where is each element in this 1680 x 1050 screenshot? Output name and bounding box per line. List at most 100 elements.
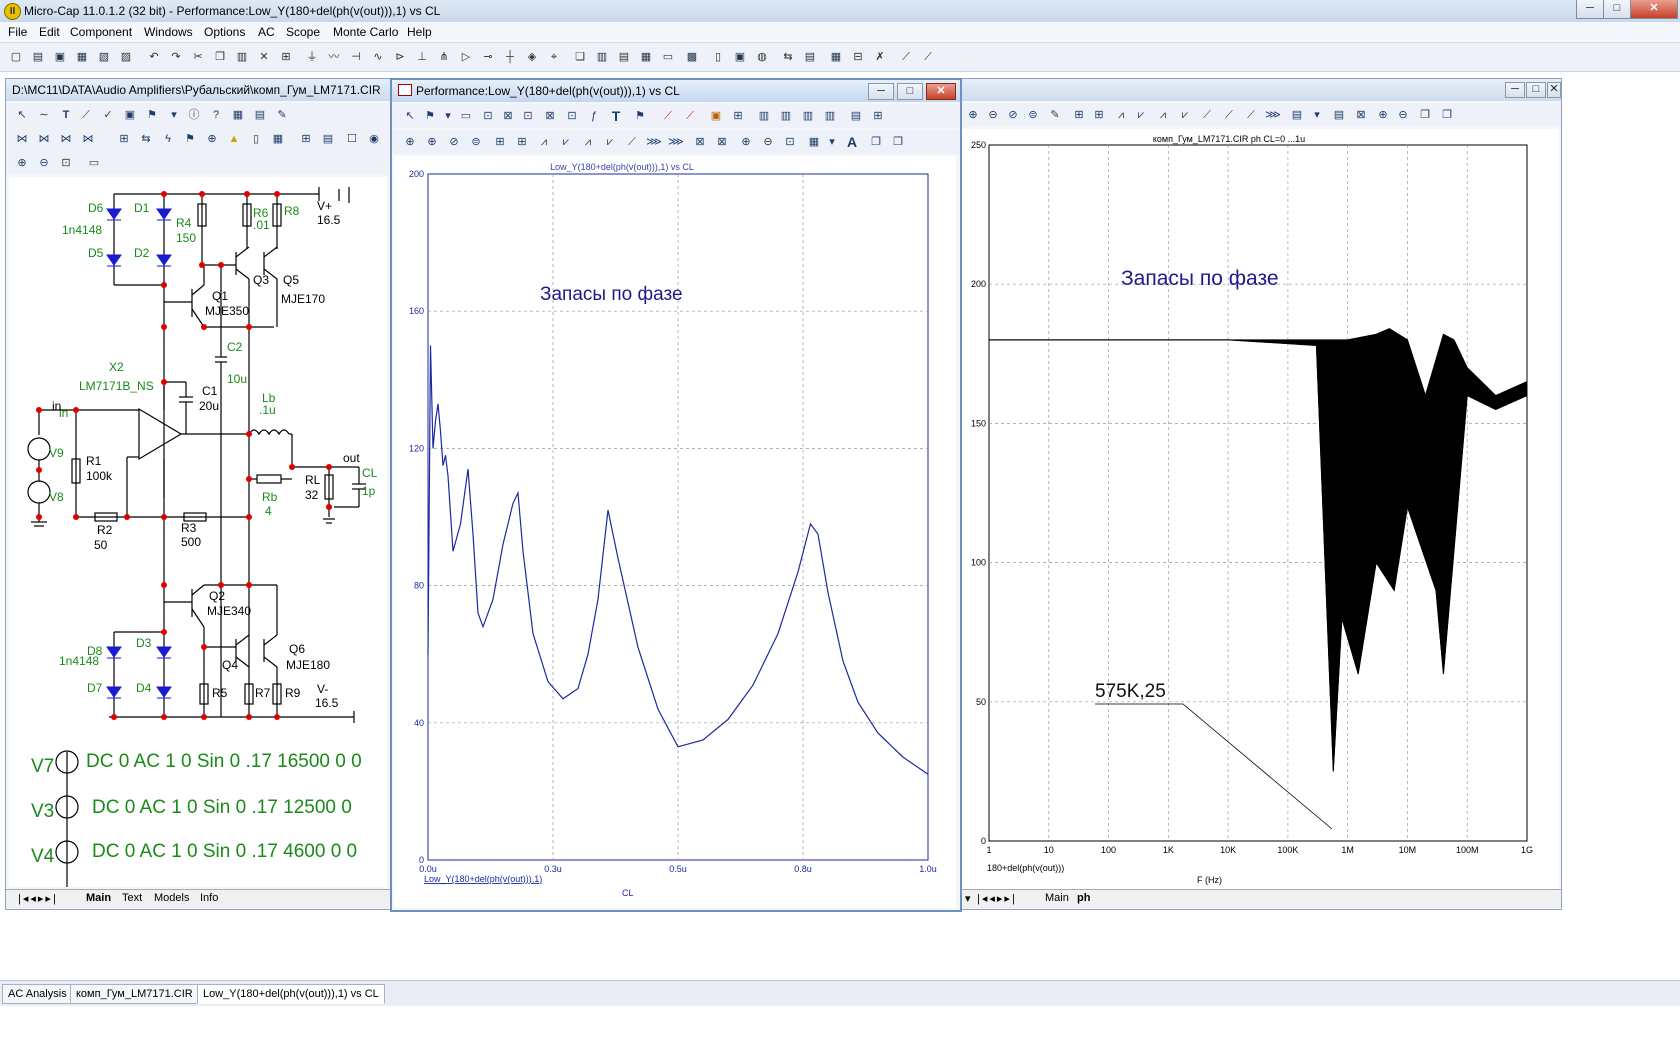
tab-main[interactable]: Main xyxy=(1045,892,1069,904)
power-icon[interactable]: ⋈ xyxy=(80,131,96,147)
ground-icon[interactable]: ⏚ xyxy=(304,49,320,65)
info-icon[interactable]: ⓘ xyxy=(186,107,202,123)
low-icon[interactable]: ⩗ xyxy=(1177,107,1193,123)
cursor-peak-icon[interactable]: ⊞ xyxy=(514,134,530,150)
limits-icon[interactable]: ▤ xyxy=(802,49,818,65)
shape-icon[interactable]: ⊡ xyxy=(480,108,496,124)
diagonal-wire-icon[interactable]: ✓ xyxy=(100,107,116,123)
menu-options[interactable]: Options xyxy=(204,25,245,39)
globe-icon[interactable]: ◍ xyxy=(754,49,770,65)
text-mode-icon[interactable]: T xyxy=(58,107,74,123)
menu-edit[interactable]: Edit xyxy=(39,25,60,39)
point-to-end-icon[interactable]: ▦ xyxy=(230,107,246,123)
ac-plot-area[interactable]: комп_Гум_LM7171.CIR ph CL=0 ...1u 0 50 100… xyxy=(961,129,1559,889)
wire-icon[interactable]: ┼ xyxy=(502,49,518,65)
menu-scope[interactable]: Scope xyxy=(286,25,320,39)
print-icon[interactable]: ▨ xyxy=(118,49,134,65)
zoom-plus-icon[interactable]: ⊕ xyxy=(1375,107,1391,123)
task-schematic[interactable]: комп_Гум_LM7171.CIR xyxy=(70,984,199,1004)
global-high-icon[interactable]: ⋙ xyxy=(646,134,662,150)
wire-mode-icon[interactable]: ⟋ xyxy=(78,107,94,123)
rubberband-icon[interactable]: ⊞ xyxy=(298,131,314,147)
tab-info[interactable]: Info xyxy=(200,892,218,904)
new-file-icon[interactable]: ▢ xyxy=(8,49,24,65)
tab-dropdown-icon[interactable]: ▾ xyxy=(965,892,971,905)
cursor-mode-icon[interactable]: ⊞ xyxy=(492,134,508,150)
ac-maximize-button[interactable]: □ xyxy=(1526,82,1546,98)
stepping-icon[interactable]: ▦ xyxy=(828,49,844,65)
dropdown-arrow-icon[interactable]: ▾ xyxy=(1309,107,1325,123)
ac-close-button[interactable]: ✕ xyxy=(1547,82,1561,98)
column-4-icon[interactable]: ▥ xyxy=(822,108,838,124)
graphics-icon[interactable]: ▣ xyxy=(122,107,138,123)
select-all-icon[interactable]: ⊞ xyxy=(278,49,294,65)
inductor-icon[interactable]: ∿ xyxy=(370,49,386,65)
node-numbers-icon[interactable]: ⋈ xyxy=(14,131,30,147)
zoom-region-icon[interactable]: ⊘ xyxy=(1005,107,1021,123)
row-icon[interactable]: ▤ xyxy=(848,108,864,124)
tag-horizontal-icon[interactable]: ⟋ xyxy=(682,108,698,124)
copy-icon[interactable]: ❐ xyxy=(868,134,884,150)
column-3-icon[interactable]: ▥ xyxy=(800,108,816,124)
find-icon[interactable]: ⊡ xyxy=(782,134,798,150)
font-icon[interactable]: A xyxy=(844,134,860,150)
scale-icon[interactable]: ⊕ xyxy=(402,134,418,150)
zoom-in-icon[interactable]: ⊕ xyxy=(965,107,981,123)
tab-models[interactable]: Models xyxy=(154,892,189,904)
zoom-out-icon[interactable]: ⊖ xyxy=(985,107,1001,123)
tab-ph[interactable]: ph xyxy=(1077,892,1090,904)
low-icon[interactable]: ⩗ xyxy=(602,134,618,150)
plot-icon[interactable]: ⟋ xyxy=(898,49,914,65)
grid-icon[interactable]: ⇆ xyxy=(138,131,154,147)
copy-icon[interactable]: ❐ xyxy=(212,49,228,65)
cursor-peak-icon[interactable]: ⊞ xyxy=(1091,107,1107,123)
point-icon[interactable]: ⊠ xyxy=(692,134,708,150)
scale-icon[interactable]: ⊠ xyxy=(1353,107,1369,123)
component-library-icon[interactable]: ▣ xyxy=(732,49,748,65)
parameter-icon[interactable]: ⊟ xyxy=(850,49,866,65)
menu-component[interactable]: Component xyxy=(70,25,132,39)
analysis-icon[interactable]: ⇆ xyxy=(780,49,796,65)
tools-icon[interactable]: ✗ xyxy=(872,49,888,65)
node-icon[interactable]: ◈ xyxy=(524,49,540,65)
global-high-icon[interactable]: ⟋ xyxy=(1221,107,1237,123)
valley-icon[interactable]: ⩗ xyxy=(1133,107,1149,123)
dropdown-arrow-icon[interactable]: ▾ xyxy=(440,108,456,124)
properties-icon[interactable]: ✎ xyxy=(274,107,290,123)
print-preview-icon[interactable]: ▧ xyxy=(96,49,112,65)
node-voltages-icon[interactable]: ⋈ xyxy=(36,131,52,147)
cursor-mode-icon[interactable]: ⊞ xyxy=(1071,107,1087,123)
peak-icon[interactable]: ⩘ xyxy=(536,134,552,150)
global-low-icon[interactable]: ⟋ xyxy=(1243,107,1259,123)
shape-4-icon[interactable]: ⊠ xyxy=(542,108,558,124)
zoom-plus-icon[interactable]: ⊕ xyxy=(738,134,754,150)
transistor-icon[interactable]: ⋔ xyxy=(436,49,452,65)
resistor-icon[interactable]: 〰 xyxy=(326,49,342,65)
ac-minimize-button[interactable]: ─ xyxy=(1505,82,1525,98)
currents-icon[interactable]: ⋈ xyxy=(58,131,74,147)
diode-icon[interactable]: ⊳ xyxy=(392,49,408,65)
inflection-icon[interactable]: ⟋ xyxy=(624,134,640,150)
fit-icon[interactable]: ⊜ xyxy=(1025,107,1041,123)
maximize-button[interactable]: □ xyxy=(1603,0,1631,19)
tag-icon[interactable]: ▤ xyxy=(1289,107,1305,123)
border-icon[interactable]: ▯ xyxy=(248,131,264,147)
save-icon[interactable]: ▣ xyxy=(52,49,68,65)
paste-icon[interactable]: ❐ xyxy=(890,134,906,150)
function-icon[interactable]: ƒ xyxy=(586,108,602,124)
task-ac-analysis[interactable]: AC Analysis xyxy=(2,984,73,1004)
tab-text[interactable]: Text xyxy=(122,892,142,904)
probe-icon[interactable]: ⌖ xyxy=(546,49,562,65)
tag-point-icon[interactable]: ⟋ xyxy=(660,108,676,124)
shape-2-icon[interactable]: ⊠ xyxy=(500,108,516,124)
cascade-icon[interactable]: ❏ xyxy=(572,49,588,65)
performance-plot-area[interactable]: Low_Y(180+del(ph(v(out))),1) vs CL 0 40 80… xyxy=(394,156,956,908)
toggle-icon[interactable]: ▤ xyxy=(320,131,336,147)
redo-icon[interactable]: ↷ xyxy=(168,49,184,65)
checkbox-icon[interactable]: ☐ xyxy=(344,131,360,147)
text-icon[interactable]: ▤ xyxy=(1331,107,1347,123)
column-1-icon[interactable]: ▥ xyxy=(756,108,772,124)
zoom-minus-icon[interactable]: ⊖ xyxy=(760,134,776,150)
minimize-button[interactable]: ─ xyxy=(1576,0,1604,19)
grid-icon[interactable]: ⊞ xyxy=(870,108,886,124)
